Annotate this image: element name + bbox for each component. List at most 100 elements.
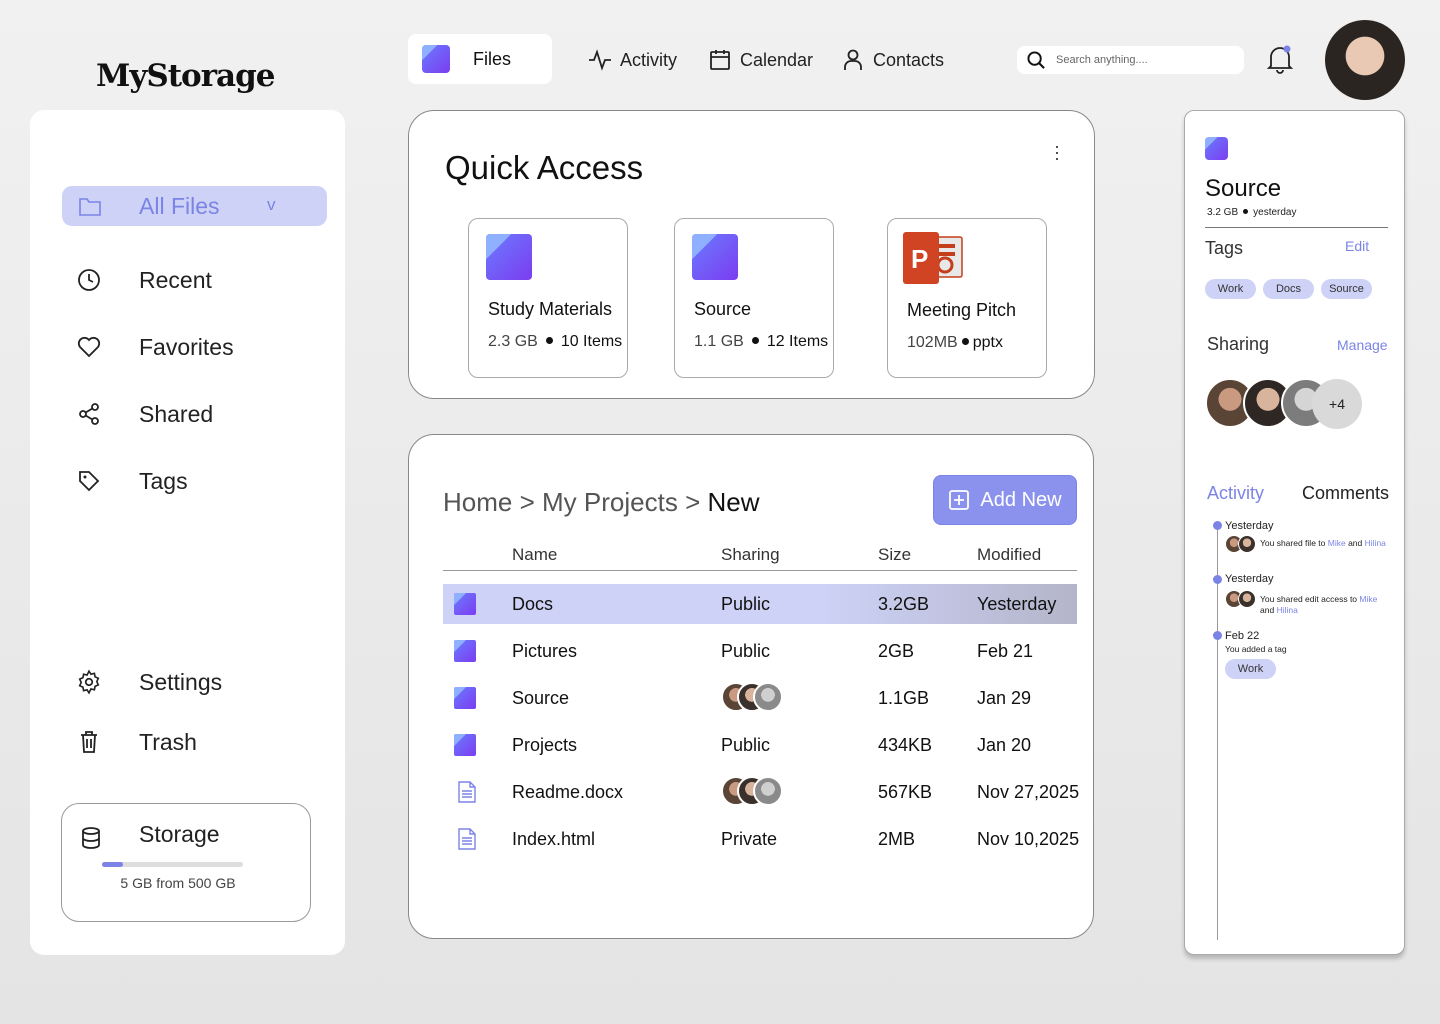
column-header-name[interactable]: Name — [512, 545, 557, 565]
database-icon — [80, 826, 102, 855]
shared-avatars[interactable] — [721, 776, 785, 808]
storage-title: Storage — [139, 821, 220, 847]
folder-icon — [1205, 137, 1228, 160]
plus-square-icon — [949, 490, 970, 510]
sharing-heading: Sharing — [1207, 334, 1270, 354]
cell-sharing: Private — [721, 829, 778, 849]
tab-activity-panel[interactable]: Activity — [1207, 483, 1264, 504]
table-row[interactable]: Docs Public 3.2GB Yesterday — [443, 584, 1077, 624]
storage-progress-bar — [102, 862, 243, 867]
quick-access-item[interactable]: Source 1.1 GB 12 Items — [674, 218, 834, 378]
column-header-size[interactable]: Size — [878, 545, 911, 565]
document-icon — [458, 781, 476, 803]
breadcrumb: Home > My Projects > New — [443, 487, 760, 517]
quick-access-item[interactable]: P Meeting Pitch 102MB pptx — [887, 218, 1047, 378]
column-header-sharing[interactable]: Sharing — [721, 545, 780, 565]
tab-label: Calendar — [740, 49, 814, 70]
more-options-icon[interactable]: · · · — [1054, 137, 1060, 167]
cell-name: Index.html — [512, 829, 596, 849]
notification-button[interactable] — [1266, 44, 1294, 79]
add-new-label: Add New — [980, 488, 1062, 511]
trash-icon — [76, 729, 102, 755]
table-row[interactable]: Source 1.1GB Jan 29 — [443, 678, 1077, 718]
folder-icon — [422, 45, 450, 73]
cell-modified: Jan 20 — [977, 735, 1032, 755]
item-meta: 2.3 GB 10 Items — [488, 333, 623, 350]
tab-files[interactable]: Files — [408, 34, 552, 84]
breadcrumb-my-projects[interactable]: My Projects — [542, 487, 678, 517]
sidebar-item-shared[interactable]: Shared — [76, 394, 326, 434]
cell-size: 434KB — [878, 735, 933, 755]
tag-chip[interactable]: Source — [1321, 279, 1372, 299]
item-meta: 1.1 GB 12 Items — [694, 333, 829, 350]
clock-icon — [76, 267, 102, 293]
cell-modified: Yesterday — [977, 594, 1057, 614]
tab-calendar[interactable]: Calendar — [708, 47, 813, 73]
cell-name: Docs — [512, 594, 554, 614]
table-row[interactable]: Pictures Public 2GB Feb 21 — [443, 631, 1077, 671]
sidebar-item-trash[interactable]: Trash — [76, 722, 326, 762]
search-icon — [1027, 50, 1045, 69]
folder-icon — [486, 234, 532, 280]
tab-comments[interactable]: Comments — [1302, 483, 1389, 504]
details-title: Source — [1205, 175, 1282, 202]
quick-access-item[interactable]: Study Materials 2.3 GB 10 Items — [468, 218, 628, 378]
folder-icon — [77, 193, 103, 219]
more-people-badge[interactable]: +4 — [1312, 379, 1362, 429]
cell-sharing: Public — [721, 594, 771, 614]
sidebar-item-settings[interactable]: Settings — [76, 662, 326, 702]
add-new-button[interactable]: Add New — [933, 475, 1077, 525]
search-input[interactable]: Search anything.... — [1017, 46, 1244, 74]
cell-size: 567KB — [878, 782, 933, 802]
sidebar-item-all-files[interactable]: All Files v — [62, 186, 327, 226]
tab-activity[interactable]: Activity — [588, 47, 677, 73]
folder-icon — [692, 234, 738, 280]
sidebar-item-tags[interactable]: Tags — [76, 461, 326, 501]
folder-icon — [454, 593, 476, 615]
cell-size: 1.1GB — [878, 688, 930, 708]
sidebar-item-favorites[interactable]: Favorites — [76, 327, 326, 367]
table-row[interactable]: Readme.docx 567KB Nov 27,2025 — [443, 772, 1079, 812]
search-placeholder: Search anything.... — [1056, 54, 1148, 66]
table-row[interactable]: Index.html Private 2MB Nov 10,2025 — [443, 819, 1079, 859]
sidebar-item-label: Trash — [139, 728, 197, 755]
chevron-down-icon[interactable]: v — [267, 195, 276, 215]
sidebar-item-label: All Files — [139, 192, 220, 219]
heart-icon — [76, 334, 102, 360]
tag-chip[interactable]: Work — [1225, 659, 1276, 679]
sidebar-item-label: Tags — [139, 467, 188, 494]
cell-name: Projects — [512, 735, 578, 755]
sidebar-item-label: Shared — [139, 400, 214, 427]
edit-tags-link[interactable]: Edit — [1345, 238, 1369, 254]
cell-name: Pictures — [512, 641, 578, 661]
activity-text: You added a tag — [1225, 644, 1287, 654]
user-icon — [844, 49, 862, 70]
activity-date: Feb 22 — [1225, 630, 1260, 642]
cell-size: 2GB — [878, 641, 915, 661]
cell-sharing: Public — [721, 641, 771, 661]
quick-access-title: Quick Access — [445, 149, 644, 186]
timeline-line — [1217, 523, 1218, 940]
details-panel: Source 3.2 GB yesterday Tags Edit Work Do… — [1184, 110, 1405, 955]
cell-size: 2MB — [878, 829, 916, 849]
manage-sharing-link[interactable]: Manage — [1337, 337, 1388, 353]
sidebar-item-label: Recent — [139, 266, 212, 293]
storage-progress-fill — [102, 862, 124, 867]
shared-avatars[interactable] — [721, 682, 785, 714]
sidebar-item-recent[interactable]: Recent — [76, 260, 326, 300]
item-name: Study Materials — [488, 299, 613, 319]
storage-widget: Storage 5 GB from 500 GB — [61, 803, 311, 922]
cell-name: Source — [512, 688, 570, 708]
quick-access-card: Quick Access · · · Study Materials 2.3 GB 1… — [408, 110, 1095, 399]
share-icon — [76, 401, 102, 427]
tag-chip[interactable]: Docs — [1263, 279, 1314, 299]
folder-icon — [454, 640, 476, 662]
calendar-icon — [710, 50, 730, 70]
table-row[interactable]: Projects Public 434KB Jan 20 — [443, 725, 1077, 765]
document-icon — [458, 828, 476, 850]
tag-chip[interactable]: Work — [1205, 279, 1256, 299]
column-header-modified[interactable]: Modified — [977, 545, 1041, 565]
tab-contacts[interactable]: Contacts — [841, 47, 944, 73]
user-avatar[interactable] — [1325, 20, 1405, 100]
breadcrumb-home[interactable]: Home — [443, 487, 512, 517]
